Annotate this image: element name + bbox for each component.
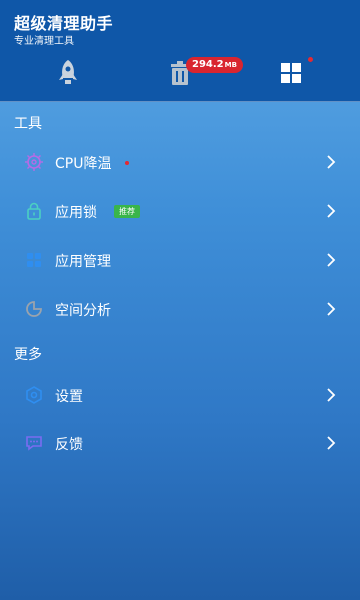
rocket-icon[interactable] [53, 58, 83, 88]
menu-item-label: 空间分析 [55, 303, 111, 319]
grid-icon[interactable] [276, 58, 306, 88]
app-title: 超级清理助手 [14, 14, 114, 33]
storage-size-badge: 294.2MB [186, 57, 243, 73]
menu-item-cpu-cooling[interactable]: CPU降温 [0, 139, 360, 187]
chevron-right-icon [327, 204, 336, 218]
chevron-right-icon [327, 253, 336, 267]
recommend-tag: 推荐 [114, 205, 140, 218]
chevron-right-icon [327, 388, 336, 402]
menu-item-label: 应用锁 [55, 205, 97, 221]
menu-item-label: 反馈 [55, 437, 83, 453]
menu-item-feedback[interactable]: 反馈 [0, 420, 360, 468]
menu-item-app-management[interactable]: 应用管理 [0, 237, 360, 285]
menu-item-settings[interactable]: 设置 [0, 372, 360, 420]
menu-item-label: CPU降温 [55, 156, 112, 172]
chevron-right-icon [327, 155, 336, 169]
section-more-title: 更多 [14, 347, 42, 363]
alert-dot [125, 161, 129, 165]
menu-item-app-lock[interactable]: 应用锁 推荐 [0, 188, 360, 236]
apps-icon [27, 253, 41, 267]
lock-icon [27, 202, 41, 220]
menu-item-label: 应用管理 [55, 254, 111, 270]
chevron-right-icon [327, 302, 336, 316]
storage-size-value: 294.2 [192, 59, 224, 70]
notification-dot [308, 57, 313, 62]
storage-size-unit: MB [224, 61, 237, 69]
section-tools-title: 工具 [14, 116, 42, 132]
header: 超级清理助手 专业清理工具 294.2MB [0, 0, 360, 102]
feedback-icon [26, 436, 42, 451]
app-subtitle: 专业清理工具 [14, 36, 74, 47]
menu-item-label: 设置 [55, 389, 83, 405]
pie-chart-icon [26, 301, 42, 317]
chevron-right-icon [327, 436, 336, 450]
cpu-icon [25, 153, 43, 171]
menu-item-space-analysis[interactable]: 空间分析 [0, 286, 360, 334]
gear-icon [26, 386, 42, 404]
